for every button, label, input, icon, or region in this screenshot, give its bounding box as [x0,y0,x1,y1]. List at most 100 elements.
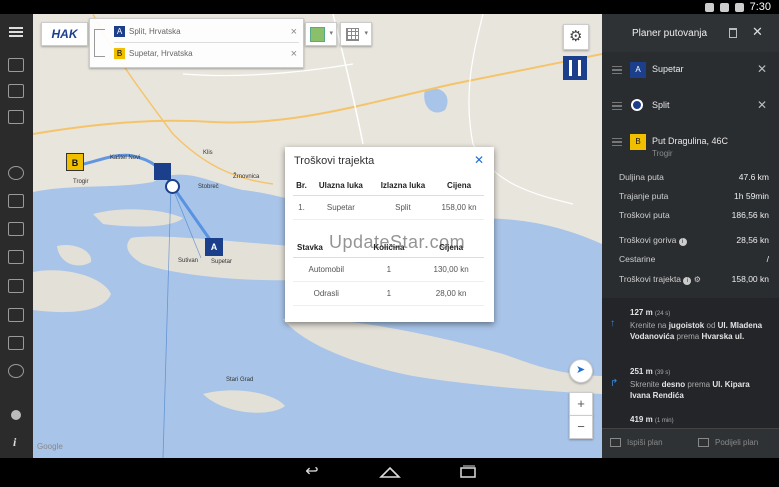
cell: Supetar [310,195,372,220]
marker-split-circle[interactable] [165,179,180,194]
menu-icon[interactable] [9,27,23,37]
stat-row: Troškovi goriva i 28,56 kn [619,235,769,246]
table-row: Automobil 1 130,00 kn [293,257,484,282]
cell: Split [371,195,435,220]
sidebar-grid-icon[interactable] [8,84,24,98]
col-izlazna: Izlazna luka [371,176,435,196]
col-ulazna: Ulazna luka [310,176,372,196]
stop-item[interactable]: Split ✕ [602,90,779,124]
route-to-row[interactable]: B Supetar, Hrvatska × [114,44,299,64]
info-icon[interactable]: i [13,435,16,450]
panel-header: Planer putovanja ✕ [602,14,779,52]
panel-footer: Ispiši plan Podijeli plan [602,428,779,459]
home-icon[interactable] [377,463,403,481]
cell: 158,00 kn [434,195,484,220]
zoom-in-button[interactable]: + [569,392,593,416]
drag-handle-icon[interactable] [612,138,622,146]
marker-a-icon: A [114,26,125,38]
stat-row: Troškovi puta 186,56 kn [619,210,769,220]
hak-logo[interactable]: HAK [41,22,88,46]
clear-to-icon[interactable]: × [291,44,297,64]
map-type-icon [310,27,325,42]
left-sidebar: i [0,14,33,458]
marker-split-square[interactable] [154,163,171,180]
stop-item[interactable]: A Supetar ✕ [602,54,779,88]
route-planner-panel: Planer putovanja ✕ A Supetar ✕ Split ✕ B… [602,14,779,459]
cell: 1 [359,257,419,282]
map-label-kastel: Kaštel Novi [110,155,141,161]
sidebar-medical-icon[interactable] [8,279,24,293]
route-to-label: Supetar, Hrvatska [129,49,193,58]
swap-route-icon[interactable] [94,29,105,57]
dialog-title: Troškovi trajekta [294,155,375,167]
stop-label: Supetar [652,64,684,74]
turn-right-icon: ↱ [610,378,619,389]
status-bar: 7:30 [0,0,779,14]
gear-icon: ⚙ [569,28,583,45]
sidebar-weather-icon[interactable] [8,364,24,378]
panel-title: Planer putovanja [632,28,708,39]
stat-row: Duljina puta 47.6 km [619,172,769,182]
sidebar-cart-icon[interactable] [8,250,24,264]
share-plan-button[interactable]: Podijeli plan [698,438,758,448]
stat-row: Trajanje puta 1h 59min [619,191,769,201]
trash-icon[interactable] [729,28,737,38]
direction-step[interactable]: 419 m (1 min) [602,412,779,428]
stat-row: Cestarine / [619,254,769,264]
marker-a[interactable]: A [205,238,223,256]
sidebar-hotel-icon[interactable] [8,336,24,350]
map-label-supetar: Supetar [211,259,233,265]
grid-layer-button[interactable]: ▾ [340,22,372,46]
stat-row: Troškovi trajekta i ⚙ 158,00 kn [619,274,769,285]
route-planner-icon [569,60,581,76]
watermark: UpdateStar.com [329,232,466,252]
share-icon [698,438,709,448]
close-panel-icon[interactable]: ✕ [752,24,763,40]
sidebar-camera-icon[interactable] [8,110,24,124]
info-icon[interactable]: i [678,238,687,246]
recent-apps-icon[interactable] [455,463,481,481]
route-from-label: Split, Hrvatska [129,27,181,36]
stop-label: Split [652,100,670,110]
map-label-klis: Klis [203,150,213,156]
map-view[interactable]: HAK A Split, Hrvatska × B Supetar, Hrvatsk… [33,14,602,458]
grid-icon [346,28,359,41]
zoom-out-button[interactable]: − [569,415,593,439]
col-br: Br. [293,176,310,196]
drag-handle-icon[interactable] [612,66,622,74]
drag-handle-icon[interactable] [612,102,622,110]
navigation-bar: ↩ [0,458,779,487]
remove-stop-icon[interactable]: ✕ [757,62,767,76]
sidebar-euro-icon[interactable] [8,166,24,180]
chevron-down-icon: ▾ [364,30,368,37]
settings-button[interactable]: ⚙ [563,24,589,50]
stop-label: Put Dragulina, 46C [652,136,729,146]
map-layers-button[interactable]: ▾ [305,22,337,46]
col-cijena: Cijena [434,176,484,196]
close-icon[interactable]: ✕ [474,153,484,167]
sidebar-dot-icon[interactable] [11,410,21,420]
back-icon[interactable]: ↩ [299,463,325,481]
sidebar-luggage-icon[interactable] [8,308,24,322]
direction-step[interactable]: ↑ 127 m (24 s) Krenite na jugoistok od Ul… [602,304,779,352]
sidebar-documents-icon[interactable] [8,222,24,236]
clear-from-icon[interactable]: × [291,22,297,42]
google-logo: Google [37,442,63,451]
route-from-row[interactable]: A Split, Hrvatska × [114,22,299,43]
route-planner-button[interactable] [563,56,587,80]
map-label-trogir: Trogir [73,179,89,185]
gear-icon[interactable]: ⚙ [694,275,701,284]
sidebar-news-icon[interactable] [8,58,24,72]
direction-step[interactable]: ↱ 251 m (39 s) Skrenite desno prema Ul. K… [602,364,779,404]
marker-b[interactable]: B [66,153,84,171]
marker-a-icon: A [630,62,646,78]
cell: 1 [359,281,419,306]
info-icon[interactable]: i [683,277,692,285]
cell: Automobil [293,257,360,282]
my-location-button[interactable]: ➤ [569,359,593,383]
clock: 7:30 [749,1,771,13]
sidebar-ferry-icon[interactable] [8,194,24,208]
stop-item[interactable]: B Put Dragulina, 46C Trogir [602,126,779,166]
print-plan-button[interactable]: Ispiši plan [610,438,663,448]
remove-stop-icon[interactable]: ✕ [757,98,767,112]
